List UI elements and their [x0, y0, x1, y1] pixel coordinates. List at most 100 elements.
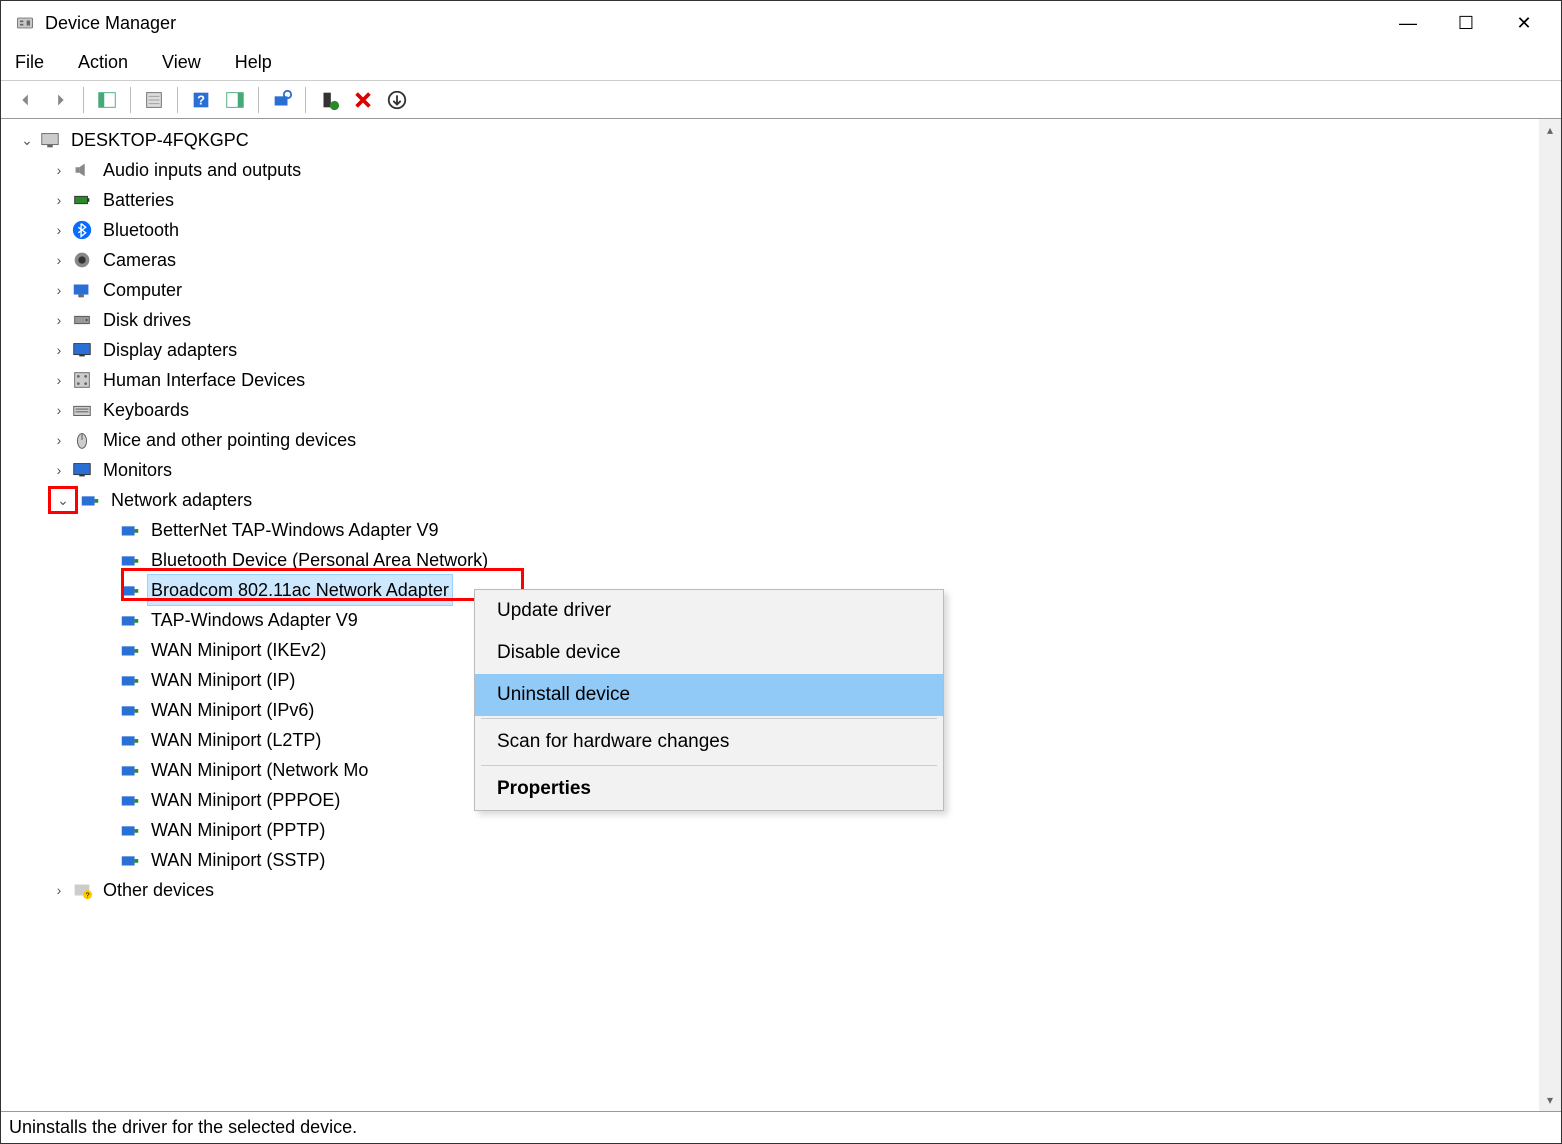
device-label: WAN Miniport (IPv6) [147, 695, 318, 725]
menu-disable-device[interactable]: Disable device [475, 632, 943, 674]
category-label: Computer [99, 275, 186, 305]
update-driver-button[interactable] [382, 86, 412, 114]
menubar: File Action View Help [1, 45, 1561, 81]
category-label: Network adapters [107, 485, 256, 515]
chevron-right-icon[interactable]: › [49, 310, 69, 330]
menu-file[interactable]: File [9, 48, 50, 77]
chevron-right-icon[interactable]: › [49, 340, 69, 360]
category-network-adapters[interactable]: ⌄ Network adapters [1, 485, 1561, 515]
menu-uninstall-device[interactable]: Uninstall device [475, 674, 943, 716]
back-button[interactable] [11, 86, 41, 114]
category-keyboards[interactable]: › Keyboards [1, 395, 1561, 425]
scroll-thumb[interactable] [1539, 141, 1561, 1089]
bluetooth-icon [71, 219, 93, 241]
computer-icon [71, 279, 93, 301]
device-label: WAN Miniport (PPTP) [147, 815, 329, 845]
category-bluetooth[interactable]: ›Bluetooth [1, 215, 1561, 245]
device-betternet-tap-windows-adapter-v9[interactable]: BetterNet TAP-Windows Adapter V9 [1, 515, 1561, 545]
chevron-right-icon[interactable]: › [49, 430, 69, 450]
device-label: TAP-Windows Adapter V9 [147, 605, 362, 635]
category-label: Audio inputs and outputs [99, 155, 305, 185]
device-wan-miniport-pptp-[interactable]: WAN Miniport (PPTP) [1, 815, 1561, 845]
chevron-down-icon[interactable]: ⌄ [49, 487, 77, 513]
battery-icon [71, 189, 93, 211]
category-monitors[interactable]: ›Monitors [1, 455, 1561, 485]
device-label: WAN Miniport (IKEv2) [147, 635, 330, 665]
vertical-scrollbar[interactable]: ▴ ▾ [1539, 119, 1561, 1111]
category-label: Disk drives [99, 305, 195, 335]
category-disk-drives[interactable]: › Disk drives [1, 305, 1561, 335]
category-label: Mice and other pointing devices [99, 425, 360, 455]
chevron-right-icon[interactable]: › [49, 370, 69, 390]
device-wan-miniport-sstp-[interactable]: WAN Miniport (SSTP) [1, 845, 1561, 875]
maximize-button[interactable]: ☐ [1437, 1, 1495, 45]
tree-root-label: DESKTOP-4FQKGPC [67, 125, 253, 155]
menu-separator [481, 718, 937, 719]
menu-separator [481, 765, 937, 766]
titlebar: Device Manager — ☐ ✕ [1, 1, 1561, 45]
context-menu: Update driver Disable device Uninstall d… [474, 589, 944, 811]
device-label: Broadcom 802.11ac Network Adapter [147, 574, 453, 606]
network-icon [119, 789, 141, 811]
forward-button[interactable] [45, 86, 75, 114]
device-bluetooth-device-personal-area-network-[interactable]: Bluetooth Device (Personal Area Network) [1, 545, 1561, 575]
category-batteries[interactable]: ›Batteries [1, 185, 1561, 215]
category-computer[interactable]: › Computer [1, 275, 1561, 305]
chevron-right-icon[interactable]: › [49, 190, 69, 210]
device-label: WAN Miniport (L2TP) [147, 725, 325, 755]
display-icon [71, 339, 93, 361]
statusbar-text: Uninstalls the driver for the selected d… [9, 1117, 357, 1138]
chevron-right-icon[interactable]: › [49, 280, 69, 300]
network-icon [119, 579, 141, 601]
properties-button[interactable] [139, 86, 169, 114]
chevron-right-icon[interactable]: › [49, 880, 69, 900]
chevron-right-icon[interactable]: › [49, 460, 69, 480]
chevron-down-icon[interactable]: ⌄ [17, 130, 37, 150]
help-button[interactable]: ? [186, 86, 216, 114]
category-mice-and-other-pointing-devices[interactable]: › Mice and other pointing devices [1, 425, 1561, 455]
toolbar: ? [1, 81, 1561, 119]
category-cameras[interactable]: › Cameras [1, 245, 1561, 275]
category-display-adapters[interactable]: ›Display adapters [1, 335, 1561, 365]
mouse-icon [71, 429, 93, 451]
menu-scan-hardware[interactable]: Scan for hardware changes [475, 721, 943, 763]
device-label: WAN Miniport (PPPOE) [147, 785, 344, 815]
menu-action[interactable]: Action [72, 48, 134, 77]
category-label: Cameras [99, 245, 180, 275]
menu-view[interactable]: View [156, 48, 207, 77]
device-label: WAN Miniport (SSTP) [147, 845, 329, 875]
menu-help[interactable]: Help [229, 48, 278, 77]
category-audio-inputs-and-outputs[interactable]: › Audio inputs and outputs [1, 155, 1561, 185]
scroll-up-arrow[interactable]: ▴ [1539, 119, 1561, 141]
network-adapter-icon [79, 489, 101, 511]
chevron-right-icon[interactable]: › [49, 400, 69, 420]
disk-icon [71, 309, 93, 331]
minimize-button[interactable]: — [1379, 1, 1437, 45]
category-human-interface-devices[interactable]: ›Human Interface Devices [1, 365, 1561, 395]
show-hide-console-tree-button[interactable] [92, 86, 122, 114]
category-label: Keyboards [99, 395, 193, 425]
device-label: BetterNet TAP-Windows Adapter V9 [147, 515, 442, 545]
svg-text:?: ? [85, 890, 89, 899]
chevron-right-icon[interactable]: › [49, 160, 69, 180]
network-icon [119, 849, 141, 871]
scroll-down-arrow[interactable]: ▾ [1539, 1089, 1561, 1111]
network-icon [119, 729, 141, 751]
speaker-icon [71, 159, 93, 181]
scan-hardware-button[interactable] [267, 86, 297, 114]
menu-properties[interactable]: Properties [475, 768, 943, 810]
action-pane-button[interactable] [220, 86, 250, 114]
network-icon [119, 759, 141, 781]
network-icon [119, 639, 141, 661]
category-other-devices[interactable]: › ? Other devices [1, 875, 1561, 905]
close-button[interactable]: ✕ [1495, 1, 1553, 45]
device-label: Bluetooth Device (Personal Area Network) [147, 545, 492, 575]
enable-device-button[interactable] [314, 86, 344, 114]
uninstall-device-button[interactable] [348, 86, 378, 114]
chevron-right-icon[interactable]: › [49, 220, 69, 240]
tree-root[interactable]: ⌄ DESKTOP-4FQKGPC [1, 125, 1561, 155]
menu-update-driver[interactable]: Update driver [475, 590, 943, 632]
window-title: Device Manager [45, 13, 176, 34]
chevron-right-icon[interactable]: › [49, 250, 69, 270]
network-icon [119, 669, 141, 691]
